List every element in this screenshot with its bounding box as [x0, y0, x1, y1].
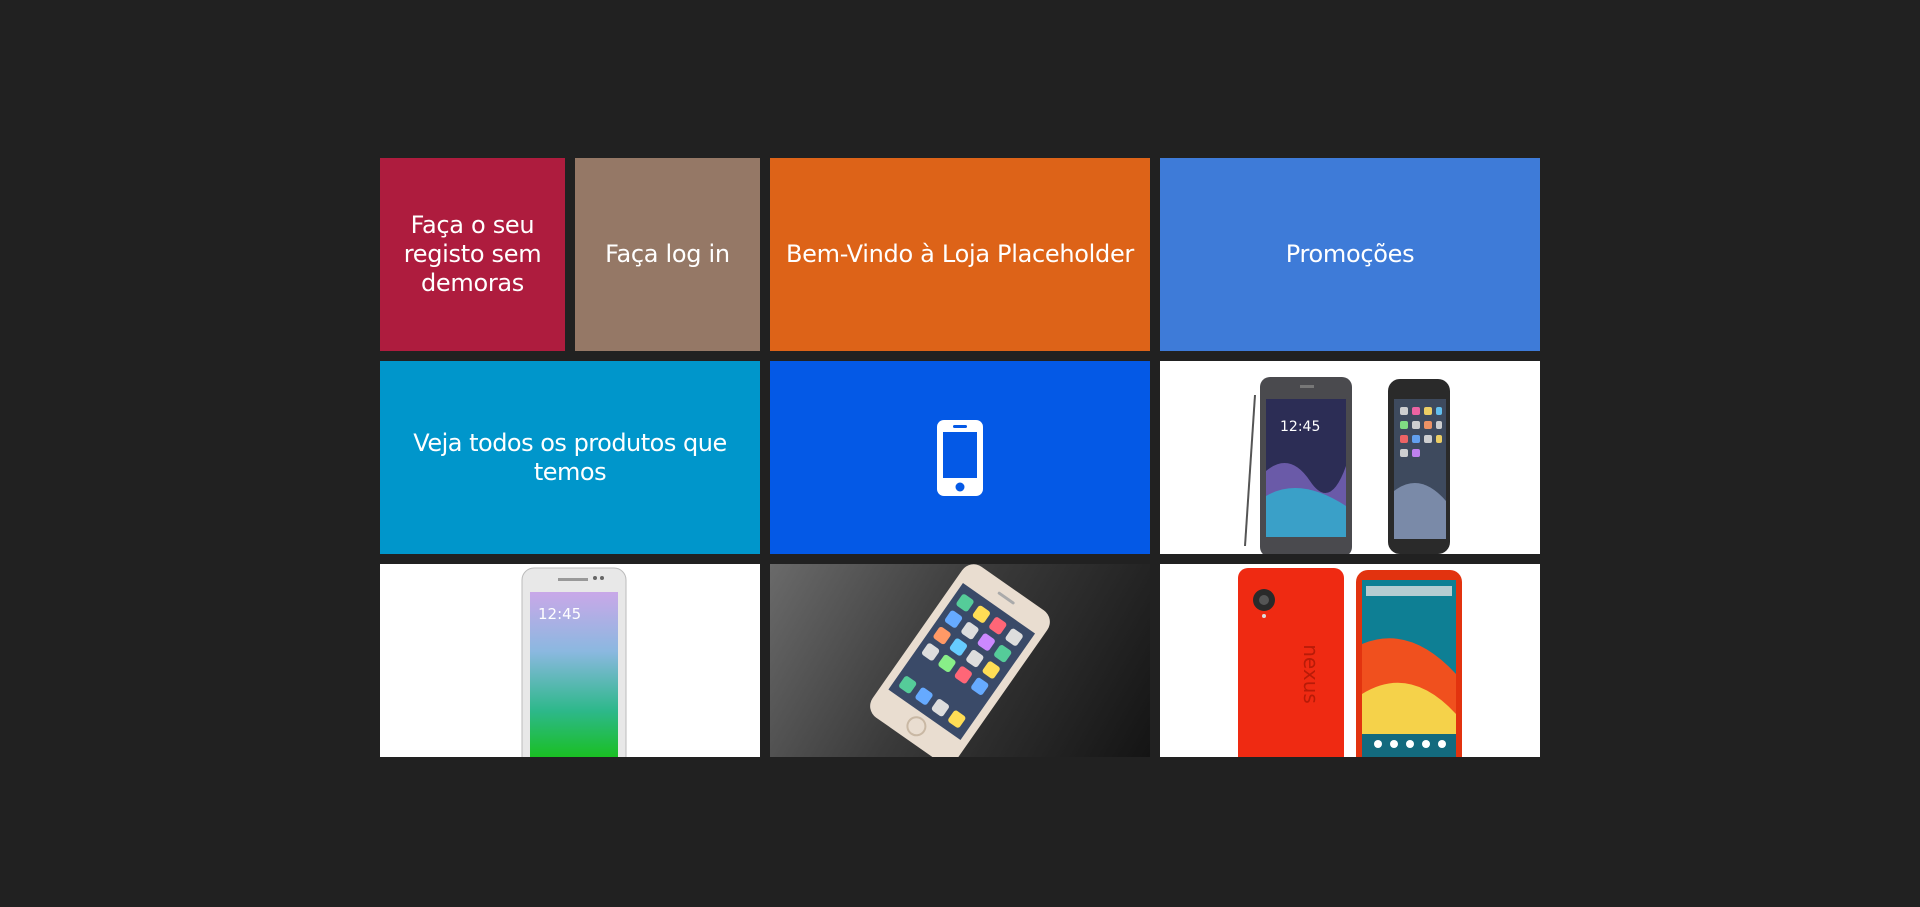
phones-photo-4: nexus: [1238, 568, 1462, 757]
welcome-tile-label: Bem-Vindo à Loja Placeholder: [786, 240, 1134, 268]
product-image-tile-3[interactable]: [770, 564, 1150, 757]
svg-text:12:45: 12:45: [1280, 419, 1320, 435]
phones-category-tile[interactable]: [770, 361, 1150, 554]
tile-grid: Faça o seu registo sem demoras Faça log …: [380, 158, 1540, 758]
phones-photo-1: 12:45: [1244, 377, 1450, 554]
welcome-tile[interactable]: Bem-Vindo à Loja Placeholder: [770, 158, 1150, 351]
product-image-tile-2[interactable]: 12:45: [380, 564, 760, 757]
promotions-tile[interactable]: Promoções: [1160, 158, 1540, 351]
svg-text:12:45: 12:45: [538, 605, 581, 623]
phones-photo-2: 12:45: [521, 567, 627, 757]
svg-text:nexus: nexus: [1299, 644, 1323, 704]
product-image-tile-4[interactable]: nexus: [1160, 564, 1540, 757]
all-products-tile-label: Veja todos os produtos que temos: [413, 428, 727, 486]
register-tile[interactable]: Faça o seu registo sem demoras: [380, 158, 565, 351]
register-tile-label: Faça o seu registo sem demoras: [403, 211, 542, 297]
smartphone-icon: [935, 418, 985, 498]
phones-photo-3: [870, 564, 1050, 757]
all-products-tile[interactable]: Veja todos os produtos que temos: [380, 361, 760, 554]
login-tile[interactable]: Faça log in: [575, 158, 760, 351]
product-image-tile-1[interactable]: 12:45: [1160, 361, 1540, 554]
promotions-tile-label: Promoções: [1285, 240, 1415, 268]
login-tile-label: Faça log in: [605, 240, 730, 268]
